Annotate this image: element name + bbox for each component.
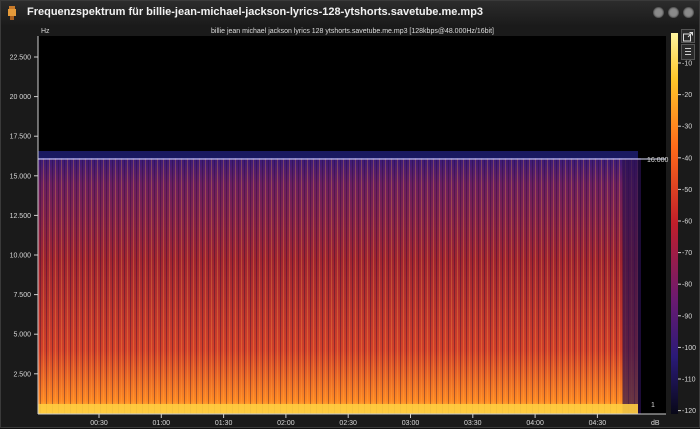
colorbar-tick-label: -50 (682, 187, 692, 194)
y-tick-label: 17.500 (10, 134, 32, 141)
right-edge-label: 1 (651, 402, 655, 409)
x-tick-label: 03:00 (402, 420, 420, 427)
x-tick-label: 02:30 (339, 420, 357, 427)
colorbar-tick-label: -20 (682, 92, 692, 99)
colorbar-tick-label: -110 (682, 377, 696, 384)
colorbar (671, 33, 678, 414)
external-link-icon (683, 32, 693, 42)
colorbar-tick-label: -100 (682, 345, 696, 352)
y-tick-label: 5.000 (13, 332, 31, 339)
spectrum-window: Frequenzspektrum für billie-jean-michael… (0, 0, 700, 428)
low-frequency-band (38, 404, 638, 414)
x-tick-label: 01:30 (215, 420, 233, 427)
colorbar-tick-label: -70 (682, 250, 692, 257)
colorbar-tick-label: -60 (682, 219, 692, 226)
spectrum-tail (623, 158, 641, 414)
y-tick-label: 10.000 (10, 253, 32, 260)
x-tick-label: 03:30 (464, 420, 482, 427)
colorbar-tick-label: -40 (682, 155, 692, 162)
colorbar-unit: dB (651, 420, 660, 427)
y-tick-label: 7.500 (13, 292, 31, 299)
x-tick-label: 04:30 (589, 420, 607, 427)
y-tick-label: 12.500 (10, 213, 32, 220)
x-tick-label: 04:00 (526, 420, 544, 427)
y-tick-label: 15.000 (10, 173, 32, 180)
y-unit-label: Hz (41, 28, 50, 35)
colorbar-tick-label: -120 (682, 408, 696, 415)
x-tick-label: 01:00 (153, 420, 171, 427)
cutoff-fringe (38, 151, 638, 159)
y-tick-label: 20 000 (10, 94, 32, 101)
settings-icon (685, 48, 691, 55)
x-tick-label: 00:30 (90, 420, 108, 427)
cutoff-label: 16.000 (647, 157, 669, 164)
colorbar-tick-label: -30 (682, 124, 692, 131)
x-tick-label: 02:00 (277, 420, 295, 427)
y-tick-label: 22.500 (10, 55, 32, 62)
spectrogram-plot: 16.000 Hz 22.50020 00017.50015.00012.500… (10, 28, 697, 427)
colorbar-tick-label: -80 (682, 282, 692, 289)
colorbar-tick-label: -10 (682, 61, 692, 68)
y-tick-label: 2.500 (13, 371, 31, 378)
spectrum-stripes (38, 158, 638, 414)
colorbar-tick-label: -90 (682, 313, 692, 320)
export-button[interactable] (681, 29, 695, 43)
settings-toggle[interactable] (681, 44, 695, 60)
